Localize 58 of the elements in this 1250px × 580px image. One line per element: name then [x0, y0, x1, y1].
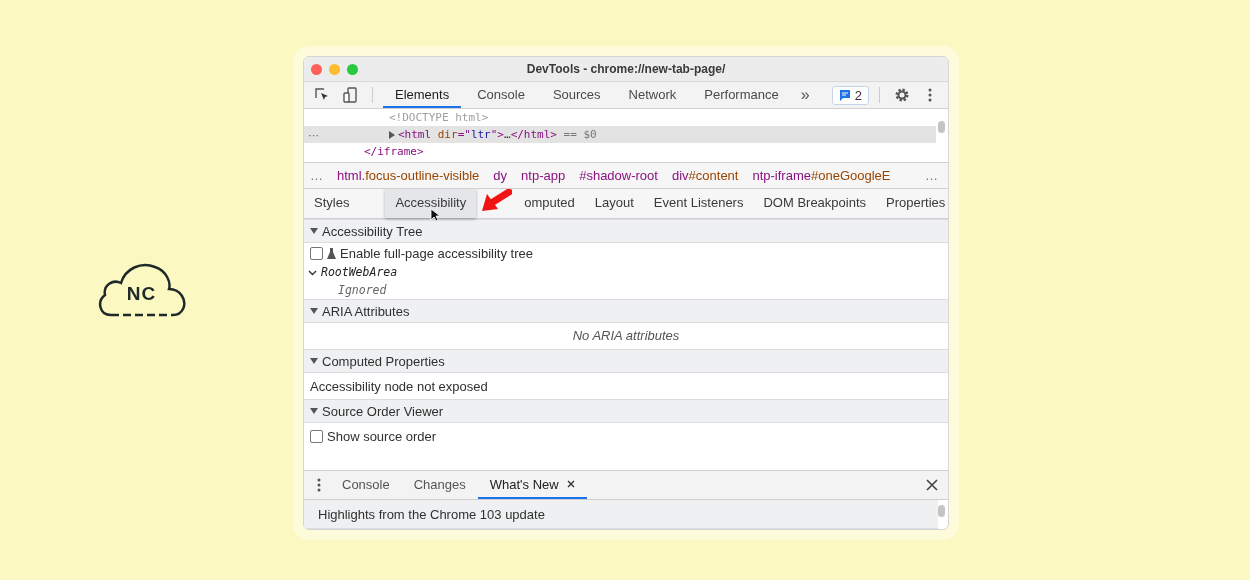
info-text: Accessibility node not exposed	[310, 378, 488, 394]
sidebar-tab[interactable]: Properties	[876, 189, 948, 218]
panel-tab[interactable]: Sources	[540, 82, 613, 108]
section-title: ARIA Attributes	[322, 303, 410, 319]
breadcrumb[interactable]: #shadow-root	[579, 168, 658, 183]
section-header[interactable]: Source Order Viewer	[304, 399, 948, 423]
sidebar-tab[interactable]: Layout	[584, 189, 644, 218]
breadcrumb[interactable]: html.focus-outline-visible	[337, 168, 480, 183]
more-icon: ···	[308, 128, 319, 141]
logo-text: NC	[125, 283, 158, 305]
section-title: Source Order Viewer	[322, 403, 444, 419]
scrollbar-thumb[interactable]	[938, 121, 945, 133]
breadcrumb[interactable]: dy	[493, 168, 508, 183]
dom-node[interactable]: </iframe>	[304, 143, 936, 160]
arrow-icon	[480, 187, 513, 214]
checkbox[interactable]	[310, 246, 323, 260]
panel-tab[interactable]: Performance	[692, 82, 791, 108]
more-tabs-button[interactable]: »	[794, 86, 816, 104]
dom-node[interactable]: ··· <html dir="ltr">…</html> == $0	[304, 126, 936, 143]
update-heading: Highlights from the Chrome 103 update	[304, 500, 938, 529]
panel-tab[interactable]: Console	[465, 82, 537, 108]
crumbs-overflow[interactable]: …	[925, 168, 942, 183]
section-title: Accessibility Tree	[322, 223, 423, 239]
cloud-icon	[96, 261, 187, 319]
sidebar-tab[interactable]: Styles	[304, 189, 360, 218]
sidebar-tab[interactable]: DOM Breakpoints	[753, 189, 877, 218]
empty-message: No ARIA attributes	[571, 327, 681, 345]
checkbox[interactable]	[310, 429, 323, 443]
checkbox-label: Show source order	[327, 428, 437, 444]
panel-tab[interactable]: Network	[616, 82, 689, 108]
close-button[interactable]	[311, 63, 322, 75]
section-title: Computed Properties	[322, 353, 445, 369]
message-icon	[838, 89, 851, 101]
section-header[interactable]: ARIA Attributes	[304, 299, 948, 323]
section-header[interactable]: Accessibility Tree	[304, 219, 948, 243]
drawer-tab[interactable]: Changes	[401, 471, 478, 499]
breadcrumb[interactable]: div#content	[671, 168, 739, 183]
checkbox-label: Enable full-page accessibility tree	[340, 245, 533, 261]
sidebar-tab[interactable]: Accessibility	[385, 189, 477, 218]
panel-tab[interactable]: Elements	[383, 82, 462, 108]
node-note: Ignored	[338, 283, 387, 297]
code-line: </iframe>	[364, 145, 424, 158]
code-line: <html dir="ltr">…</html> == $0	[398, 128, 597, 141]
tree-node[interactable]: RootWebArea	[321, 265, 398, 279]
sidebar-tab[interactable]: omputed	[514, 189, 585, 218]
sidebar-tab[interactable]: Event Listeners	[643, 189, 754, 218]
breadcrumb[interactable]: ntp-iframe#oneGoogleE	[752, 168, 891, 183]
crumbs-overflow[interactable]: …	[310, 168, 323, 183]
expand-icon[interactable]	[389, 130, 395, 139]
close-icon[interactable]	[566, 480, 575, 488]
code-line: <!DOCTYPE html>	[389, 111, 489, 124]
window-title: DevTools - chrome://new-tab-page/	[525, 62, 727, 76]
drawer-tab[interactable]: Console	[330, 471, 402, 499]
breadcrumb[interactable]: ntp-app	[521, 168, 566, 183]
issues-button[interactable]: 2	[831, 85, 869, 105]
close-icon[interactable]	[926, 479, 938, 491]
scrollbar-thumb[interactable]	[938, 505, 945, 517]
section-header[interactable]: Computed Properties	[304, 349, 948, 373]
